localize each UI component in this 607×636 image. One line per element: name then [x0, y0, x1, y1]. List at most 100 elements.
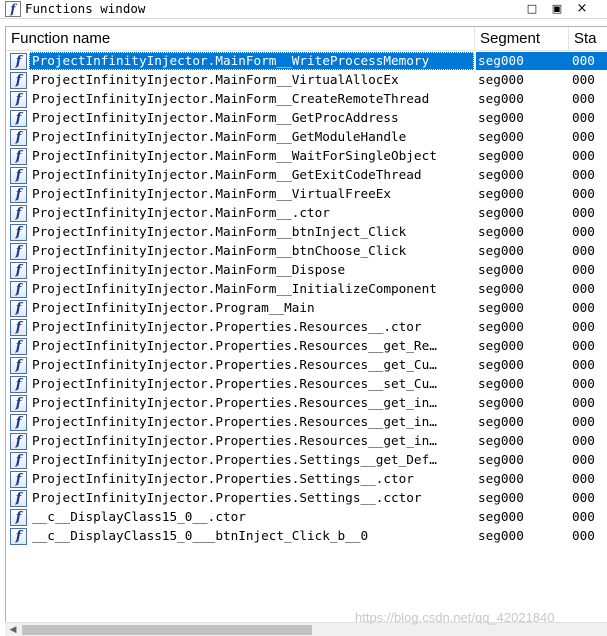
column-header-start[interactable]: Sta: [569, 27, 607, 51]
table-row[interactable]: f ProjectInfinityInjector.MainForm__Dispo…: [6, 261, 607, 280]
table-row[interactable]: f ProjectInfinityInjector.Properties.Reso…: [6, 375, 607, 394]
close-button[interactable]: ×: [574, 1, 590, 16]
function-name-cell: ProjectInfinityInjector.MainForm__Virtua…: [32, 186, 392, 201]
table-row[interactable]: f ProjectInfinityInjector.MainForm__GetMo…: [6, 128, 607, 147]
start-cell: 000: [572, 395, 595, 410]
table-row[interactable]: f ProjectInfinityInjector.MainForm__.ctor…: [6, 204, 607, 223]
table-row[interactable]: f ProjectInfinityInjector.Program__Main se…: [6, 299, 607, 318]
function-icon: f: [10, 53, 27, 70]
list-rows: f ProjectInfinityInjector.MainForm__Write…: [6, 52, 607, 546]
function-icon: f: [10, 186, 27, 203]
segment-cell: seg000: [478, 224, 524, 239]
functions-list[interactable]: Function name Segment Sta f ProjectInfini…: [5, 26, 607, 623]
segment-cell: seg000: [478, 129, 524, 144]
function-name-cell: ProjectInfinityInjector.MainForm__Initia…: [32, 281, 437, 296]
table-row[interactable]: f ProjectInfinityInjector.MainForm__Virtu…: [6, 71, 607, 90]
function-name-cell: ProjectInfinityInjector.MainForm__Create…: [32, 91, 430, 106]
table-row[interactable]: f __c__DisplayClass15_0___btnInject_Click…: [6, 527, 607, 546]
title-bar[interactable]: f Functions window □ ▣ ×: [0, 0, 607, 19]
start-cell: 000: [572, 262, 595, 277]
function-icon: f: [10, 205, 27, 222]
start-cell: 000: [572, 471, 595, 486]
table-row[interactable]: f ProjectInfinityInjector.MainForm__Write…: [6, 52, 607, 71]
function-icon: f: [10, 148, 27, 165]
table-row[interactable]: f ProjectInfinityInjector.Properties.Reso…: [6, 337, 607, 356]
function-icon: f: [10, 509, 27, 526]
table-row[interactable]: f ProjectInfinityInjector.Properties.Reso…: [6, 356, 607, 375]
table-row[interactable]: f ProjectInfinityInjector.MainForm__Initi…: [6, 280, 607, 299]
function-name-cell: ProjectInfinityInjector.MainForm__WaitFo…: [32, 148, 437, 163]
segment-cell: seg000: [478, 452, 524, 467]
start-cell: 000: [572, 528, 595, 543]
table-row[interactable]: f ProjectInfinityInjector.MainForm__GetPr…: [6, 109, 607, 128]
list-header: Function name Segment Sta: [6, 27, 607, 52]
segment-cell: seg000: [478, 186, 524, 201]
table-row[interactable]: f ProjectInfinityInjector.MainForm__GetEx…: [6, 166, 607, 185]
function-name-cell: ProjectInfinityInjector.MainForm__GetExi…: [32, 167, 422, 182]
table-row[interactable]: f __c__DisplayClass15_0__.ctor seg000 000: [6, 508, 607, 527]
function-name-cell: ProjectInfinityInjector.Properties.Setti…: [32, 471, 414, 486]
start-cell: 000: [572, 110, 595, 125]
start-cell: 000: [572, 414, 595, 429]
segment-cell: seg000: [478, 262, 524, 277]
table-row[interactable]: f ProjectInfinityInjector.MainForm__btnIn…: [6, 223, 607, 242]
table-row[interactable]: f ProjectInfinityInjector.MainForm__WaitF…: [6, 147, 607, 166]
window-title: Functions window: [25, 1, 146, 16]
segment-cell: seg000: [478, 376, 524, 391]
function-name-cell: ProjectInfinityInjector.MainForm__Dispos…: [32, 262, 346, 277]
start-cell: 000: [572, 509, 595, 524]
table-row[interactable]: f ProjectInfinityInjector.Properties.Reso…: [6, 432, 607, 451]
segment-cell: seg000: [478, 471, 524, 486]
table-row[interactable]: f ProjectInfinityInjector.Properties.Sett…: [6, 470, 607, 489]
start-cell: 000: [572, 148, 595, 163]
function-name-cell: ProjectInfinityInjector.Properties.Setti…: [32, 452, 437, 467]
function-name-cell: ProjectInfinityInjector.MainForm__btnInj…: [32, 224, 407, 239]
restore-button[interactable]: □: [524, 1, 540, 16]
function-icon: f: [10, 414, 27, 431]
function-icon: f: [10, 528, 27, 545]
table-row[interactable]: f ProjectInfinityInjector.Properties.Reso…: [6, 394, 607, 413]
scroll-left-arrow-icon[interactable]: ◀: [7, 623, 19, 636]
table-row[interactable]: f ProjectInfinityInjector.Properties.Reso…: [6, 318, 607, 337]
start-cell: 000: [572, 452, 595, 467]
start-cell: 000: [572, 224, 595, 239]
start-cell: 000: [572, 357, 595, 372]
maximize-button[interactable]: ▣: [549, 1, 565, 16]
function-icon: f: [10, 395, 27, 412]
table-row[interactable]: f ProjectInfinityInjector.MainForm__Creat…: [6, 90, 607, 109]
function-name-cell: ProjectInfinityInjector.MainForm__GetPro…: [32, 110, 399, 125]
function-icon: f: [5, 1, 21, 17]
segment-cell: seg000: [478, 395, 524, 410]
watermark: https://blog.csdn.net/qq_42021840: [355, 610, 555, 625]
scrollbar-thumb[interactable]: [22, 625, 312, 635]
start-cell: 000: [572, 433, 595, 448]
start-cell: 000: [572, 167, 595, 182]
segment-cell: seg000: [478, 357, 524, 372]
function-name-cell: ProjectInfinityInjector.Properties.Resou…: [32, 414, 437, 429]
function-icon: f: [10, 224, 27, 241]
column-header-segment[interactable]: Segment: [475, 27, 569, 51]
table-row[interactable]: f ProjectInfinityInjector.MainForm__btnCh…: [6, 242, 607, 261]
function-name-cell: ProjectInfinityInjector.MainForm__Virtua…: [32, 72, 399, 87]
segment-cell: seg000: [478, 110, 524, 125]
function-name-cell: ProjectInfinityInjector.Properties.Resou…: [32, 395, 437, 410]
start-cell: 000: [570, 52, 607, 70]
function-name-cell: ProjectInfinityInjector.MainForm__.ctor: [32, 205, 330, 220]
start-cell: 000: [572, 205, 595, 220]
column-header-function-name[interactable]: Function name: [6, 27, 475, 51]
start-cell: 000: [572, 129, 595, 144]
function-icon: f: [10, 319, 27, 336]
function-icon: f: [10, 262, 27, 279]
table-row[interactable]: f ProjectInfinityInjector.MainForm__Virtu…: [6, 185, 607, 204]
table-row[interactable]: f ProjectInfinityInjector.Properties.Sett…: [6, 489, 607, 508]
function-name-cell: ProjectInfinityInjector.Properties.Setti…: [32, 490, 422, 505]
start-cell: 000: [572, 243, 595, 258]
table-row[interactable]: f ProjectInfinityInjector.Properties.Sett…: [6, 451, 607, 470]
segment-cell: seg000: [478, 509, 524, 524]
function-icon: f: [10, 338, 27, 355]
function-icon: f: [10, 167, 27, 184]
table-row[interactable]: f ProjectInfinityInjector.Properties.Reso…: [6, 413, 607, 432]
function-name-cell: ProjectInfinityInjector.MainForm__WriteP…: [29, 52, 474, 70]
function-icon: f: [10, 129, 27, 146]
segment-cell: seg000: [478, 528, 524, 543]
